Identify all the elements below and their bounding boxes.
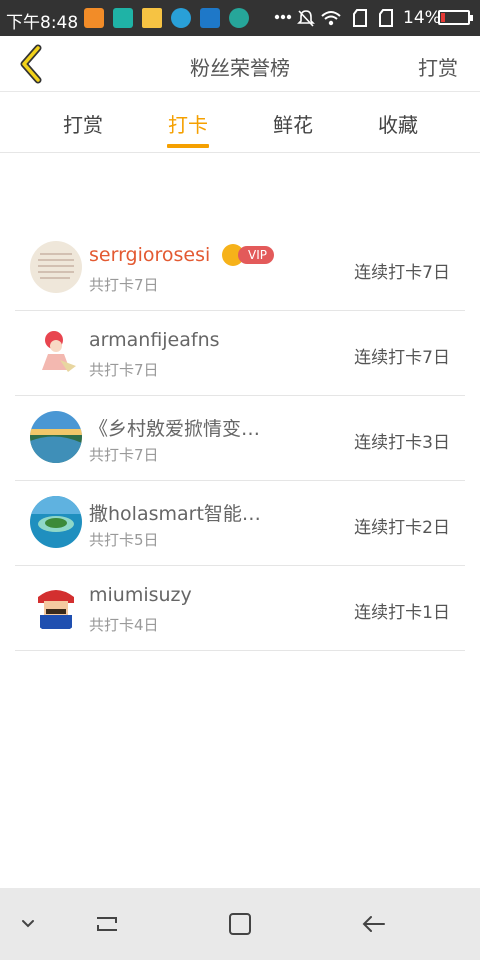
battery-icon bbox=[438, 10, 473, 25]
vip-label: VIP bbox=[238, 246, 274, 264]
tab-checkin[interactable]: 打卡 bbox=[148, 109, 228, 138]
total-checkin-days: 共打卡7日 bbox=[89, 361, 159, 379]
list-item[interactable]: armanfijeafns 共打卡7日 连续打卡7日 bbox=[15, 311, 465, 396]
hide-nav-chevron-icon[interactable] bbox=[10, 906, 46, 942]
page-title: 粉丝荣誉榜 bbox=[190, 56, 290, 80]
total-checkin-days: 共打卡4日 bbox=[89, 616, 159, 634]
more-dots-icon bbox=[274, 14, 292, 20]
streak-days: 连续打卡3日 bbox=[354, 433, 450, 453]
mute-bell-icon bbox=[297, 10, 315, 27]
streak-days: 连续打卡1日 bbox=[354, 603, 450, 623]
sim2-signal-icon bbox=[379, 9, 393, 27]
streak-days: 连续打卡7日 bbox=[354, 348, 450, 368]
sim1-signal-icon bbox=[353, 9, 367, 27]
total-checkin-days: 共打卡5日 bbox=[89, 531, 159, 549]
recent-apps-icon[interactable] bbox=[89, 906, 125, 942]
user-avatar bbox=[30, 241, 82, 293]
streak-days: 连续打卡2日 bbox=[354, 518, 450, 538]
user-name: 撒holasmart智能… bbox=[89, 503, 261, 525]
list-item[interactable]: miumisuzy 共打卡4日 连续打卡1日 bbox=[15, 566, 465, 651]
tab-bar: 打赏 打卡 鲜花 收藏 bbox=[0, 93, 480, 153]
upload-app-icon bbox=[229, 8, 249, 28]
user-avatar bbox=[30, 581, 82, 633]
tab-reward[interactable]: 打赏 bbox=[43, 109, 123, 138]
status-time: 下午8:48 bbox=[6, 13, 79, 33]
streak-days: 连续打卡7日 bbox=[354, 263, 450, 283]
folder-icon bbox=[142, 8, 162, 28]
total-checkin-days: 共打卡7日 bbox=[89, 276, 159, 294]
battery-level-fill bbox=[441, 13, 445, 22]
list-item[interactable]: serrgiorosesi VIP 共打卡7日 连续打卡7日 bbox=[15, 226, 465, 311]
battery-percent: 14% bbox=[403, 8, 441, 28]
active-tab-indicator bbox=[167, 144, 209, 148]
app-notification-icon bbox=[84, 8, 104, 28]
palette-icon bbox=[171, 8, 191, 28]
user-name: serrgiorosesi bbox=[89, 244, 211, 266]
total-checkin-days: 共打卡7日 bbox=[89, 446, 159, 464]
top-navbar: 粉丝荣誉榜 打赏 bbox=[0, 36, 480, 92]
user-name: miumisuzy bbox=[89, 584, 192, 606]
user-avatar bbox=[30, 411, 82, 463]
user-avatar bbox=[30, 496, 82, 548]
tab-favorites[interactable]: 收藏 bbox=[358, 109, 438, 138]
tab-flowers[interactable]: 鲜花 bbox=[253, 109, 333, 138]
list-item[interactable]: 撒holasmart智能… 共打卡5日 连续打卡2日 bbox=[15, 481, 465, 566]
fan-checkin-list: serrgiorosesi VIP 共打卡7日 连续打卡7日 armanfije… bbox=[15, 226, 465, 651]
user-avatar bbox=[30, 326, 82, 378]
back-arrow-icon[interactable] bbox=[356, 906, 392, 942]
status-bar: 下午8:48 14% bbox=[0, 0, 480, 36]
user-name: armanfijeafns bbox=[89, 329, 220, 351]
reward-button[interactable]: 打赏 bbox=[418, 52, 458, 81]
weather-icon bbox=[200, 8, 220, 28]
wifi-icon bbox=[321, 11, 341, 26]
user-name: 《乡村敫爱掀情变… bbox=[89, 418, 261, 440]
home-button-icon[interactable] bbox=[222, 906, 258, 942]
list-item[interactable]: 《乡村敫爱掀情变… 共打卡7日 连续打卡3日 bbox=[15, 396, 465, 481]
system-navigation-bar bbox=[0, 888, 480, 960]
scan-app-icon bbox=[113, 8, 133, 28]
